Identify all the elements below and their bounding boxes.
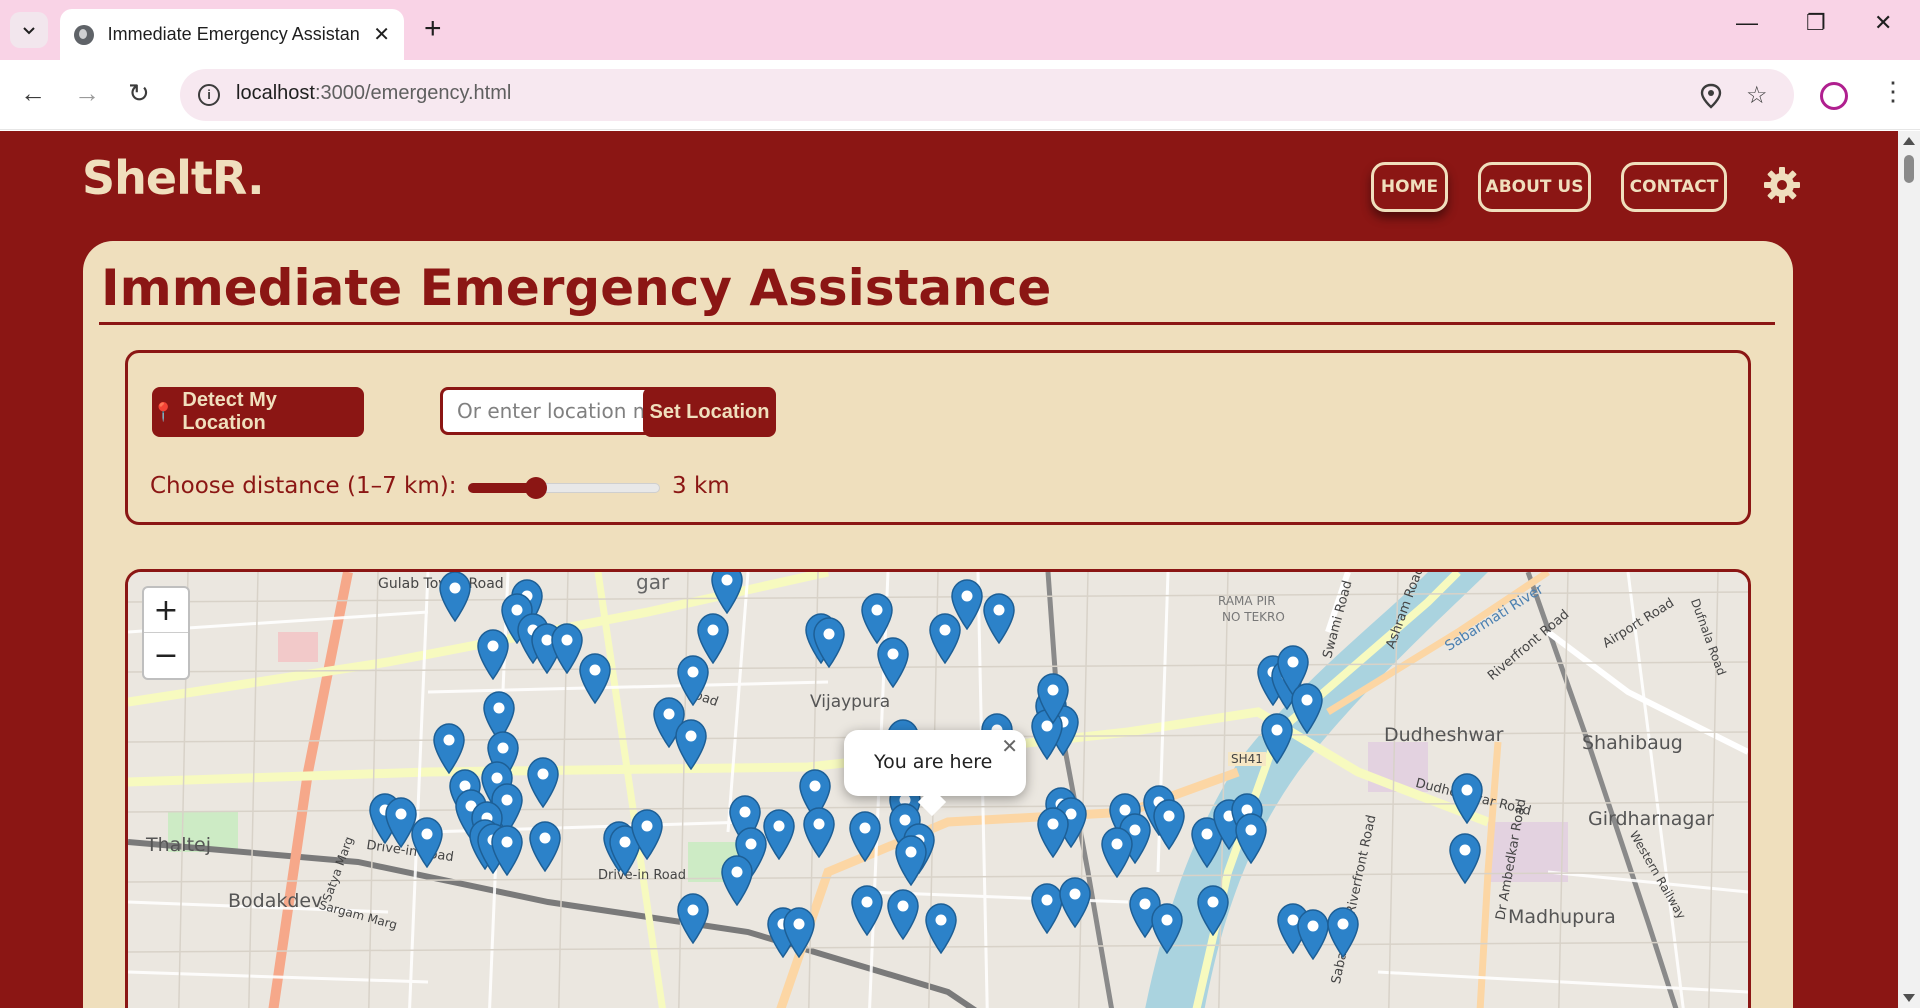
shelter-marker-icon[interactable] bbox=[846, 810, 884, 862]
shelter-marker-icon[interactable] bbox=[858, 592, 896, 644]
set-location-button[interactable]: Set Location bbox=[643, 387, 776, 437]
shelter-marker-icon[interactable] bbox=[1232, 812, 1270, 864]
map-label: gar bbox=[636, 570, 670, 594]
shelter-marker-icon[interactable] bbox=[810, 616, 848, 668]
shelter-marker-icon[interactable] bbox=[1148, 902, 1186, 954]
title-divider bbox=[99, 322, 1775, 325]
shelter-marker-icon[interactable] bbox=[526, 820, 564, 872]
location-pin-icon[interactable] bbox=[1700, 83, 1722, 109]
map-label: Dudheshwar bbox=[1384, 724, 1504, 746]
reload-icon[interactable]: ↻ bbox=[128, 80, 150, 106]
zoom-out-button[interactable]: − bbox=[144, 633, 188, 678]
shelter-marker-icon[interactable] bbox=[980, 592, 1018, 644]
emergency-card: Immediate Emergency Assistance 📍 Detect … bbox=[83, 241, 1793, 1008]
distance-label: Choose distance (1–7 km): bbox=[150, 473, 457, 499]
location-controls: 📍 Detect My Location Set Location Choose… bbox=[125, 350, 1751, 525]
shelter-marker-icon[interactable] bbox=[436, 570, 474, 622]
shelter-marker-icon[interactable] bbox=[576, 652, 614, 704]
detect-location-label: Detect My Location bbox=[182, 389, 277, 434]
shelter-marker-icon[interactable] bbox=[430, 722, 468, 774]
shelter-marker-icon[interactable] bbox=[718, 854, 756, 906]
distance-value: 3 km bbox=[672, 473, 730, 499]
scrollbar-thumb[interactable] bbox=[1904, 155, 1914, 183]
scroll-up-arrow[interactable] bbox=[1903, 137, 1915, 145]
shelter-marker-icon[interactable] bbox=[1448, 772, 1486, 824]
shelter-marker-icon[interactable] bbox=[1446, 832, 1484, 884]
shelter-marker-icon[interactable] bbox=[760, 808, 798, 860]
profile-avatar-icon[interactable] bbox=[1820, 82, 1848, 110]
shelter-marker-icon[interactable] bbox=[884, 888, 922, 940]
shelter-marker-icon[interactable] bbox=[1288, 682, 1326, 734]
nav-contact-button[interactable]: CONTACT bbox=[1621, 162, 1727, 212]
shelter-marker-icon[interactable] bbox=[708, 569, 746, 614]
close-window-icon[interactable]: ✕ bbox=[1874, 10, 1892, 36]
shelter-marker-icon[interactable] bbox=[1098, 826, 1136, 878]
shelter-marker-icon[interactable] bbox=[892, 834, 930, 886]
site-logo[interactable]: SheltR. bbox=[82, 151, 265, 205]
map-label: RAMA PIR bbox=[1218, 594, 1276, 608]
shelter-marker-icon[interactable] bbox=[1056, 876, 1094, 928]
shelter-marker-icon[interactable] bbox=[1150, 798, 1188, 850]
address-bar[interactable]: i localhost:3000/emergency.html ☆ bbox=[180, 69, 1794, 121]
back-icon[interactable]: ← bbox=[20, 80, 46, 106]
shelter-marker-icon[interactable] bbox=[488, 824, 526, 876]
browser-tabstrip: Immediate Emergency Assistance ✕ + — ❐ ✕ bbox=[0, 0, 1920, 60]
tab-search-button[interactable] bbox=[10, 12, 48, 48]
shelter-marker-icon[interactable] bbox=[672, 718, 710, 770]
shelter-marker-icon[interactable] bbox=[1034, 672, 1072, 724]
map-label: Thaltej bbox=[146, 834, 211, 856]
tab-title: Immediate Emergency Assistance bbox=[107, 24, 360, 44]
shelter-marker-icon[interactable] bbox=[800, 806, 838, 858]
tab-close-icon[interactable]: ✕ bbox=[373, 22, 390, 47]
restore-icon[interactable]: ❐ bbox=[1806, 10, 1826, 36]
zoom-in-button[interactable]: + bbox=[144, 588, 188, 633]
location-popup: You are here ✕ bbox=[844, 730, 1026, 817]
shelter-marker-icon[interactable] bbox=[1324, 906, 1362, 958]
page-body: SheltR. HOME ABOUT US CONTACT Immediate … bbox=[0, 131, 1898, 1008]
browser-toolbar: ← → ↻ i localhost:3000/emergency.html ☆ … bbox=[0, 60, 1920, 130]
page-scrollbar[interactable] bbox=[1898, 131, 1920, 1008]
detect-location-button[interactable]: 📍 Detect My Location bbox=[152, 387, 364, 437]
shelter-marker-icon[interactable] bbox=[1034, 806, 1072, 858]
shelter-marker-icon[interactable] bbox=[674, 892, 712, 944]
shelter-marker-icon[interactable] bbox=[628, 808, 666, 860]
chevron-down-icon bbox=[23, 27, 35, 35]
forward-icon[interactable]: → bbox=[74, 80, 100, 106]
zoom-control: + − bbox=[142, 586, 190, 680]
new-tab-icon[interactable]: + bbox=[424, 14, 442, 44]
map-label: Madhupura bbox=[1508, 906, 1616, 928]
bookmark-star-icon[interactable]: ☆ bbox=[1746, 81, 1768, 110]
map-label: Vijaypura bbox=[810, 692, 891, 712]
shelter-marker-icon[interactable] bbox=[780, 906, 818, 958]
globe-icon bbox=[74, 24, 94, 45]
shelter-map[interactable]: Gulab Tower Road gar RAMA PIR NO TEKRO S… bbox=[125, 569, 1751, 1008]
map-label: Girdharnagar bbox=[1588, 808, 1714, 830]
shelter-marker-icon[interactable] bbox=[524, 756, 562, 808]
minimize-icon[interactable]: — bbox=[1736, 10, 1758, 36]
scroll-down-arrow[interactable] bbox=[1903, 994, 1915, 1002]
url-text: localhost:3000/emergency.html bbox=[236, 82, 512, 104]
shelter-marker-icon[interactable] bbox=[408, 816, 446, 868]
slider-thumb[interactable] bbox=[524, 477, 547, 499]
nav-home-button[interactable]: HOME bbox=[1371, 162, 1448, 212]
menu-kebab-icon[interactable]: ⋮ bbox=[1880, 78, 1906, 104]
shelter-marker-icon[interactable] bbox=[1194, 884, 1232, 936]
shelter-marker-icon[interactable] bbox=[474, 628, 512, 680]
map-label: Bodakdev bbox=[228, 890, 323, 912]
shelter-marker-icon[interactable] bbox=[922, 902, 960, 954]
nav-about-button[interactable]: ABOUT US bbox=[1478, 162, 1591, 212]
popup-close-icon[interactable]: ✕ bbox=[1001, 734, 1018, 759]
site-info-icon[interactable]: i bbox=[198, 84, 220, 106]
pushpin-icon: 📍 bbox=[152, 401, 175, 422]
shelter-marker-icon[interactable] bbox=[848, 884, 886, 936]
distance-slider[interactable] bbox=[468, 477, 660, 499]
map-label: NO TEKRO bbox=[1222, 610, 1285, 624]
browser-tab-active[interactable]: Immediate Emergency Assistance ✕ bbox=[60, 9, 404, 60]
popup-text: You are here bbox=[874, 751, 993, 773]
page-title: Immediate Emergency Assistance bbox=[101, 259, 1052, 317]
settings-gear-icon[interactable] bbox=[1762, 165, 1802, 205]
map-label: Shahibaug bbox=[1582, 732, 1683, 754]
